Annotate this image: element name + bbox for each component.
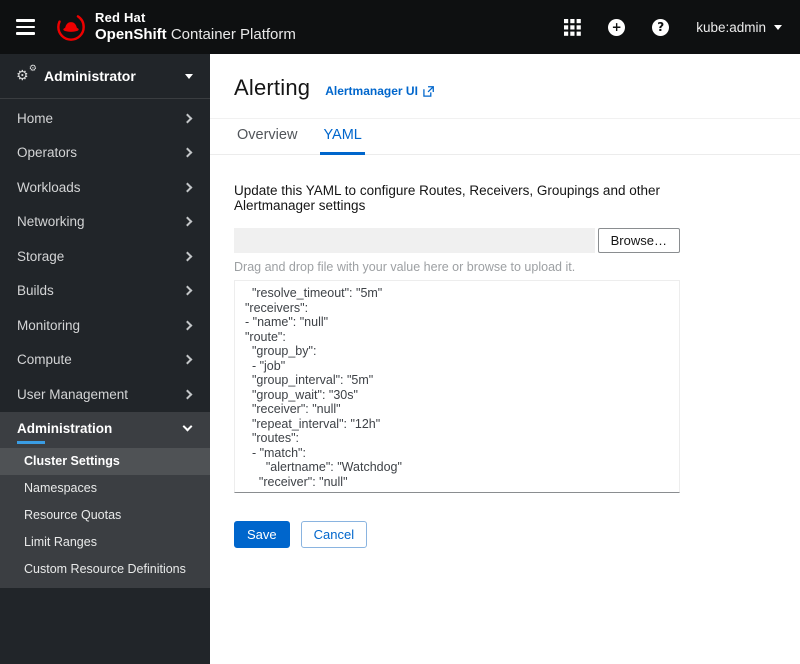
chevron-right-icon — [183, 148, 193, 158]
user-name: kube:admin — [696, 20, 766, 35]
chevron-right-icon — [183, 355, 193, 365]
yaml-tab-panel: Update this YAML to configure Routes, Re… — [210, 155, 704, 576]
user-menu[interactable]: kube:admin — [696, 20, 782, 35]
sidebar-item-administration[interactable]: Administration — [0, 412, 210, 436]
apps-grid-icon — [564, 19, 581, 36]
caret-down-icon — [185, 74, 193, 79]
brand-title: Red Hat — [95, 11, 296, 26]
app-launcher-button[interactable] — [564, 19, 581, 36]
redhat-logo-icon — [56, 12, 86, 42]
sidebar-subitem-namespaces[interactable]: Namespaces — [0, 475, 210, 502]
sidebar-item-operators[interactable]: Operators — [0, 136, 210, 171]
page-description: Update this YAML to configure Routes, Re… — [234, 183, 680, 213]
file-name-input[interactable] — [234, 228, 595, 253]
chevron-right-icon — [183, 320, 193, 330]
external-link-icon — [423, 86, 434, 97]
sidebar-item-storage[interactable]: Storage — [0, 239, 210, 274]
sidebar-item-user-management[interactable]: User Management — [0, 377, 210, 412]
alertmanager-ui-link[interactable]: Alertmanager UI — [325, 84, 434, 98]
masthead: Red Hat OpenShift Container Platform + ?… — [0, 0, 800, 54]
add-button[interactable]: + — [608, 19, 625, 36]
chevron-right-icon — [183, 113, 193, 123]
sidebar-item-builds[interactable]: Builds — [0, 274, 210, 309]
sidebar-item-compute[interactable]: Compute — [0, 343, 210, 378]
tab-bar: Overview YAML — [210, 118, 800, 155]
save-button[interactable]: Save — [234, 521, 290, 548]
help-button[interactable]: ? — [652, 19, 669, 36]
perspective-switcher[interactable]: ⚙⚙ Administrator — [0, 54, 210, 99]
chevron-right-icon — [183, 251, 193, 261]
yaml-editor-textarea[interactable]: "resolve_timeout": "5m" "receivers": - "… — [234, 280, 680, 493]
cogs-icon: ⚙⚙ — [17, 68, 35, 84]
chevron-right-icon — [183, 182, 193, 192]
cancel-button[interactable]: Cancel — [301, 521, 367, 548]
chevron-right-icon — [183, 389, 193, 399]
sidebar-item-monitoring[interactable]: Monitoring — [0, 308, 210, 343]
administration-section: Administration Cluster Settings Namespac… — [0, 412, 210, 588]
nav-list: Home Operators Workloads Networking Stor… — [0, 99, 210, 412]
chevron-down-icon — [183, 422, 193, 432]
sidebar-subitem-resource-quotas[interactable]: Resource Quotas — [0, 502, 210, 529]
perspective-label: Administrator — [44, 68, 176, 84]
active-section-indicator — [17, 441, 45, 444]
sidebar: ⚙⚙ Administrator Home Operators Workload… — [0, 54, 210, 664]
caret-down-icon — [774, 25, 782, 30]
brand: Red Hat OpenShift Container Platform — [56, 11, 296, 43]
sidebar-item-networking[interactable]: Networking — [0, 205, 210, 240]
sidebar-item-workloads[interactable]: Workloads — [0, 170, 210, 205]
browse-button[interactable]: Browse… — [598, 228, 680, 253]
sidebar-subitem-cluster-settings[interactable]: Cluster Settings — [0, 448, 210, 475]
hamburger-icon — [16, 19, 35, 22]
sidebar-item-home[interactable]: Home — [0, 101, 210, 136]
tab-yaml[interactable]: YAML — [320, 125, 364, 155]
page-title: Alerting — [234, 75, 310, 101]
brand-subtitle: OpenShift Container Platform — [95, 26, 296, 43]
main-content: Alerting Alertmanager UI Overview YAML U… — [210, 54, 800, 664]
question-circle-icon: ? — [652, 19, 669, 36]
plus-circle-icon: + — [608, 19, 625, 36]
masthead-actions: + ? kube:admin — [564, 19, 782, 36]
form-actions: Save Cancel — [234, 521, 680, 548]
chevron-right-icon — [183, 286, 193, 296]
sidebar-subitem-limit-ranges[interactable]: Limit Ranges — [0, 529, 210, 556]
tab-overview[interactable]: Overview — [234, 125, 300, 155]
sidebar-subitem-custom-resource-definitions[interactable]: Custom Resource Definitions — [0, 556, 210, 583]
page-header: Alerting Alertmanager UI — [210, 54, 800, 101]
nav-toggle-button[interactable] — [0, 0, 50, 54]
chevron-right-icon — [183, 217, 193, 227]
file-upload: Browse… — [234, 228, 680, 253]
upload-helper-text: Drag and drop file with your value here … — [234, 260, 680, 274]
